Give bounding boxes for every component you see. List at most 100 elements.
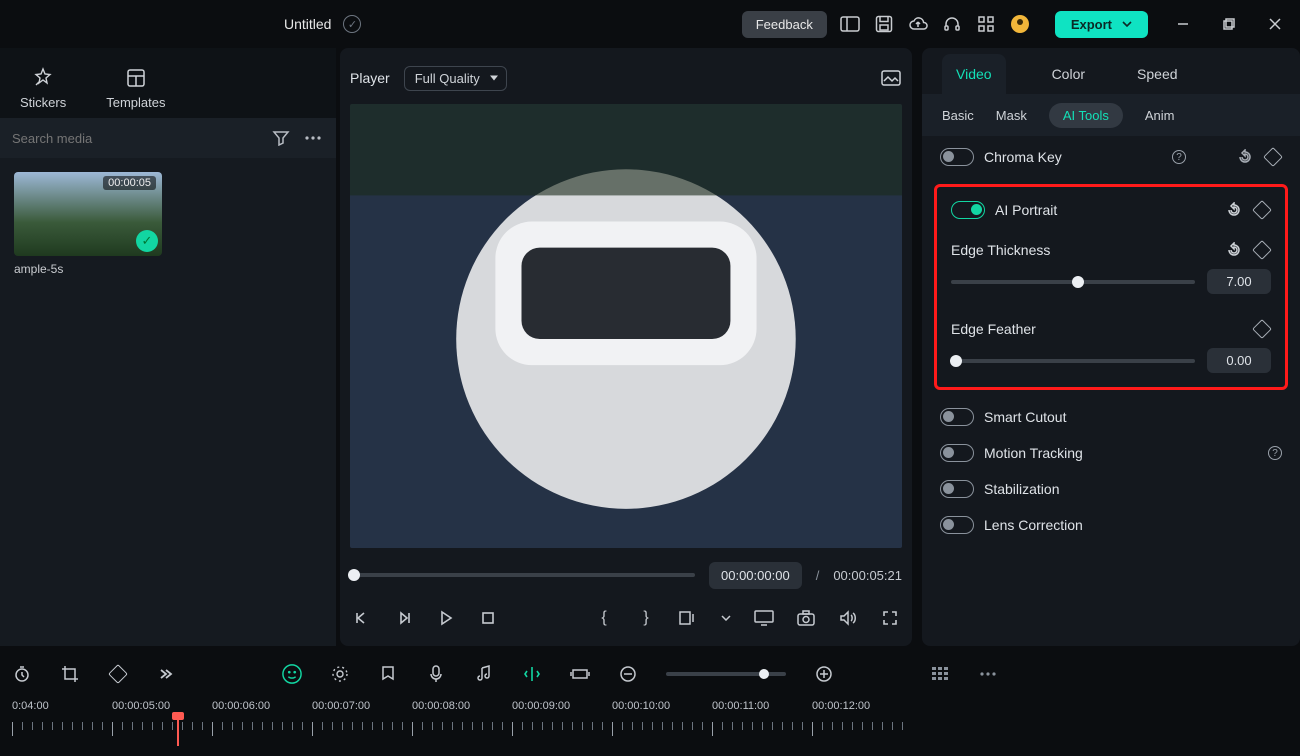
player-label: Player [350, 70, 390, 86]
stabilization-toggle[interactable] [940, 480, 974, 498]
edge-feather-value[interactable]: 0.00 [1207, 348, 1271, 373]
aspect-icon[interactable] [678, 608, 698, 628]
volume-icon[interactable] [838, 608, 858, 628]
more-icon[interactable] [978, 664, 998, 684]
zoom-out-icon[interactable] [618, 664, 638, 684]
effects-icon[interactable] [330, 664, 350, 684]
expand-icon[interactable] [156, 664, 176, 684]
edge-feather-slider[interactable] [951, 359, 1195, 363]
title-bar: Untitled ✓ Feedback Export [0, 0, 1300, 48]
lens-correction-label: Lens Correction [984, 517, 1282, 533]
tab-templates[interactable]: Templates [106, 67, 165, 110]
save-status-icon: ✓ [343, 15, 361, 33]
export-button[interactable]: Export [1055, 11, 1148, 38]
export-label: Export [1071, 17, 1112, 32]
edge-thickness-value[interactable]: 7.00 [1207, 269, 1271, 294]
info-icon[interactable]: ? [1172, 150, 1186, 164]
inspector-panel: Video Color Speed Basic Mask AI Tools An… [922, 48, 1300, 646]
ruler-label: 00:00:11:00 [712, 700, 812, 712]
mark-out-icon[interactable]: } [636, 608, 656, 628]
reset-icon[interactable] [1225, 241, 1243, 259]
keyframe-icon[interactable] [1253, 201, 1271, 219]
subtab-mask[interactable]: Mask [996, 108, 1027, 123]
display-icon[interactable] [754, 608, 774, 628]
keyframe-icon[interactable] [1264, 148, 1282, 166]
audio-icon[interactable] [474, 664, 494, 684]
search-row [0, 118, 336, 158]
tab-color[interactable]: Color [1046, 54, 1091, 94]
headset-icon[interactable] [941, 13, 963, 35]
search-input[interactable] [12, 131, 260, 146]
timeline-ruler[interactable]: 0:04:0000:00:05:0000:00:06:0000:00:07:00… [12, 700, 1288, 750]
video-preview[interactable] [350, 104, 902, 548]
clip-applied-icon: ✓ [136, 230, 158, 252]
info-icon[interactable]: ? [1268, 446, 1282, 460]
split-icon[interactable] [522, 664, 542, 684]
motion-tracking-toggle[interactable] [940, 444, 974, 462]
media-clip[interactable]: 00:00:05 ✓ [14, 172, 162, 256]
tab-video[interactable]: Video [942, 54, 1006, 94]
edge-feather-label: Edge Feather [951, 321, 1243, 337]
play-icon[interactable] [436, 608, 456, 628]
edge-thickness-label: Edge Thickness [951, 242, 1215, 258]
subtab-anim[interactable]: Anim [1145, 108, 1175, 123]
lens-correction-toggle[interactable] [940, 516, 974, 534]
ai-portrait-row: AI Portrait [951, 201, 1271, 219]
player-panel: Player Full Quality 00:00:00:00 / 00:00:… [340, 48, 912, 646]
maximize-button[interactable] [1218, 13, 1240, 35]
minimize-button[interactable] [1172, 13, 1194, 35]
keyframe-icon[interactable] [1253, 320, 1271, 338]
crop-icon[interactable] [60, 664, 80, 684]
time-total: 00:00:05:21 [833, 568, 902, 583]
mic-icon[interactable] [426, 664, 446, 684]
quality-select[interactable]: Full Quality [404, 66, 507, 91]
ripple-icon[interactable] [570, 664, 590, 684]
tab-speed[interactable]: Speed [1131, 54, 1183, 94]
subtab-basic[interactable]: Basic [942, 108, 974, 123]
close-button[interactable] [1264, 13, 1286, 35]
chevron-down-icon[interactable] [720, 608, 732, 628]
reset-icon[interactable] [1225, 201, 1243, 219]
save-icon[interactable] [873, 13, 895, 35]
fullscreen-icon[interactable] [880, 608, 900, 628]
seek-bar[interactable] [350, 573, 695, 577]
ruler-label: 00:00:12:00 [812, 700, 912, 712]
step-forward-icon[interactable] [394, 608, 414, 628]
edge-thickness-slider[interactable] [951, 280, 1195, 284]
more-icon[interactable] [302, 127, 324, 149]
stabilization-row: Stabilization [940, 480, 1282, 498]
chroma-key-toggle[interactable] [940, 148, 974, 166]
prev-frame-icon[interactable] [352, 608, 372, 628]
tab-templates-label: Templates [106, 95, 165, 110]
playhead[interactable] [177, 718, 179, 746]
feedback-button[interactable]: Feedback [742, 11, 827, 38]
camera-icon[interactable] [796, 608, 816, 628]
ai-icon[interactable] [282, 664, 302, 684]
keyframe-icon[interactable] [1253, 241, 1271, 259]
track-view-icon[interactable] [930, 664, 950, 684]
profile-icon[interactable] [1009, 13, 1031, 35]
tab-stickers[interactable]: Stickers [20, 67, 66, 110]
apps-icon[interactable] [975, 13, 997, 35]
marker-icon[interactable] [378, 664, 398, 684]
mark-in-icon[interactable]: { [594, 608, 614, 628]
keyframe-diamond-icon[interactable] [108, 664, 128, 684]
cloud-icon[interactable] [907, 13, 929, 35]
snapshot-settings-icon[interactable] [880, 67, 902, 89]
zoom-slider[interactable] [666, 672, 786, 676]
ruler-label: 00:00:06:00 [212, 700, 312, 712]
zoom-in-icon[interactable] [814, 664, 834, 684]
layout-icon[interactable] [839, 13, 861, 35]
subtab-aitools[interactable]: AI Tools [1049, 103, 1123, 128]
ai-portrait-toggle[interactable] [951, 201, 985, 219]
clip-duration: 00:00:05 [103, 176, 156, 190]
smart-cutout-toggle[interactable] [940, 408, 974, 426]
smart-cutout-label: Smart Cutout [984, 409, 1282, 425]
filter-icon[interactable] [270, 127, 292, 149]
reset-icon[interactable] [1236, 148, 1254, 166]
timeline-panel: 0:04:0000:00:05:0000:00:06:0000:00:07:00… [0, 646, 1300, 754]
timer-icon[interactable] [12, 664, 32, 684]
ruler-label: 00:00:07:00 [312, 700, 412, 712]
stop-icon[interactable] [478, 608, 498, 628]
time-current: 00:00:00:00 [709, 562, 802, 589]
